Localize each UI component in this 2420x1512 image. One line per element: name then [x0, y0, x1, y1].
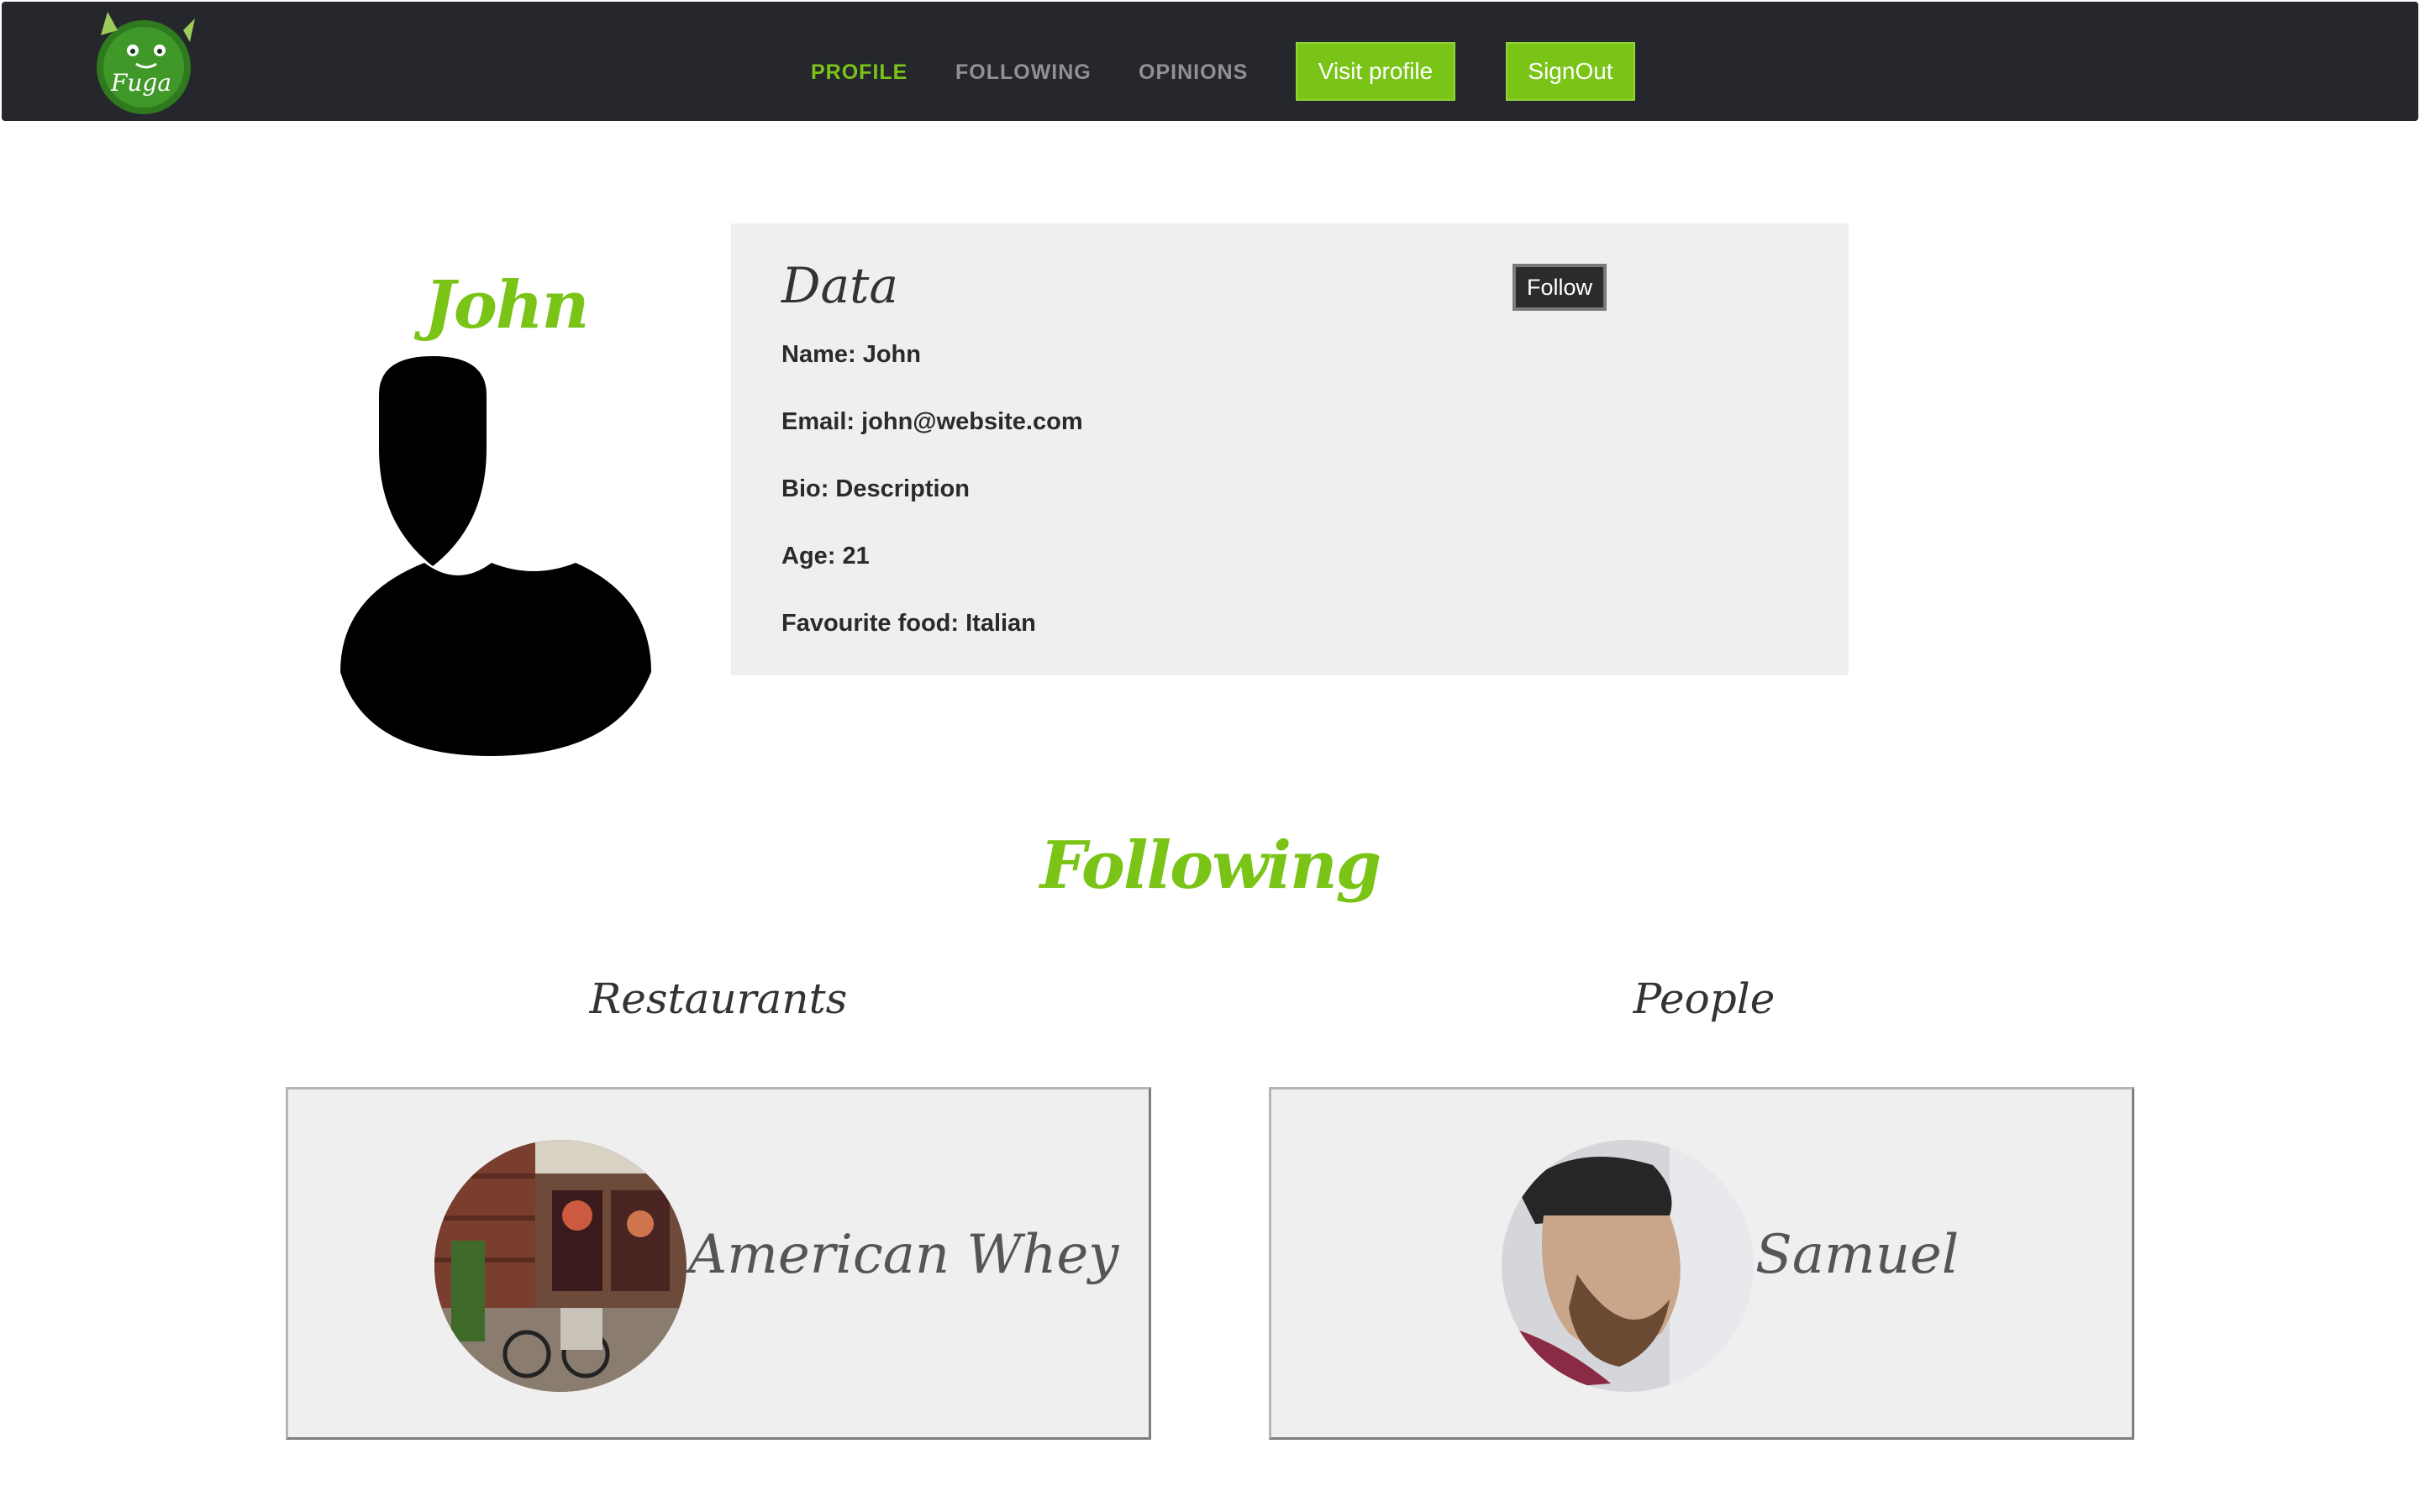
follow-button[interactable]: Follow [1512, 264, 1607, 311]
profile-field-favourite-food: Favourite food: Italian [781, 610, 1036, 637]
nav-link-opinions[interactable]: OPINIONS [1139, 60, 1248, 85]
profile-data-panel: Data Follow Name: John Email: john@websi… [731, 223, 1849, 675]
fuga-logo-icon[interactable]: Fuga [89, 12, 198, 114]
nav-link-profile[interactable]: PROFILE [811, 60, 908, 85]
svg-text:Fuga: Fuga [110, 69, 171, 97]
person-photo [1502, 1140, 1754, 1392]
person-card[interactable]: Samuel [1269, 1087, 2134, 1440]
visit-profile-button[interactable]: Visit profile [1296, 42, 1455, 101]
following-section-title: Following [1039, 827, 1381, 904]
restaurant-card[interactable]: American Whey [286, 1087, 1151, 1440]
profile-field-age: Age: 21 [781, 543, 870, 570]
data-section-title: Data [781, 257, 898, 314]
profile-field-bio: Bio: Description [781, 475, 970, 502]
sign-out-button[interactable]: SignOut [1506, 42, 1635, 101]
profile-field-name: Name: John [781, 341, 921, 368]
top-navbar: Fuga PROFILE FOLLOWING OPINIONS Visit pr… [2, 2, 2418, 121]
user-silhouette-icon [340, 356, 651, 756]
restaurant-photo [434, 1140, 687, 1392]
restaurant-name: American Whey [688, 1224, 1119, 1286]
profile-name-heading: John [424, 267, 589, 344]
people-heading: People [1633, 974, 1776, 1023]
profile-field-email: Email: john@website.com [781, 408, 1083, 435]
nav-link-following[interactable]: FOLLOWING [955, 60, 1092, 85]
person-name: Samuel [1755, 1224, 1960, 1286]
restaurants-heading: Restaurants [589, 974, 848, 1023]
